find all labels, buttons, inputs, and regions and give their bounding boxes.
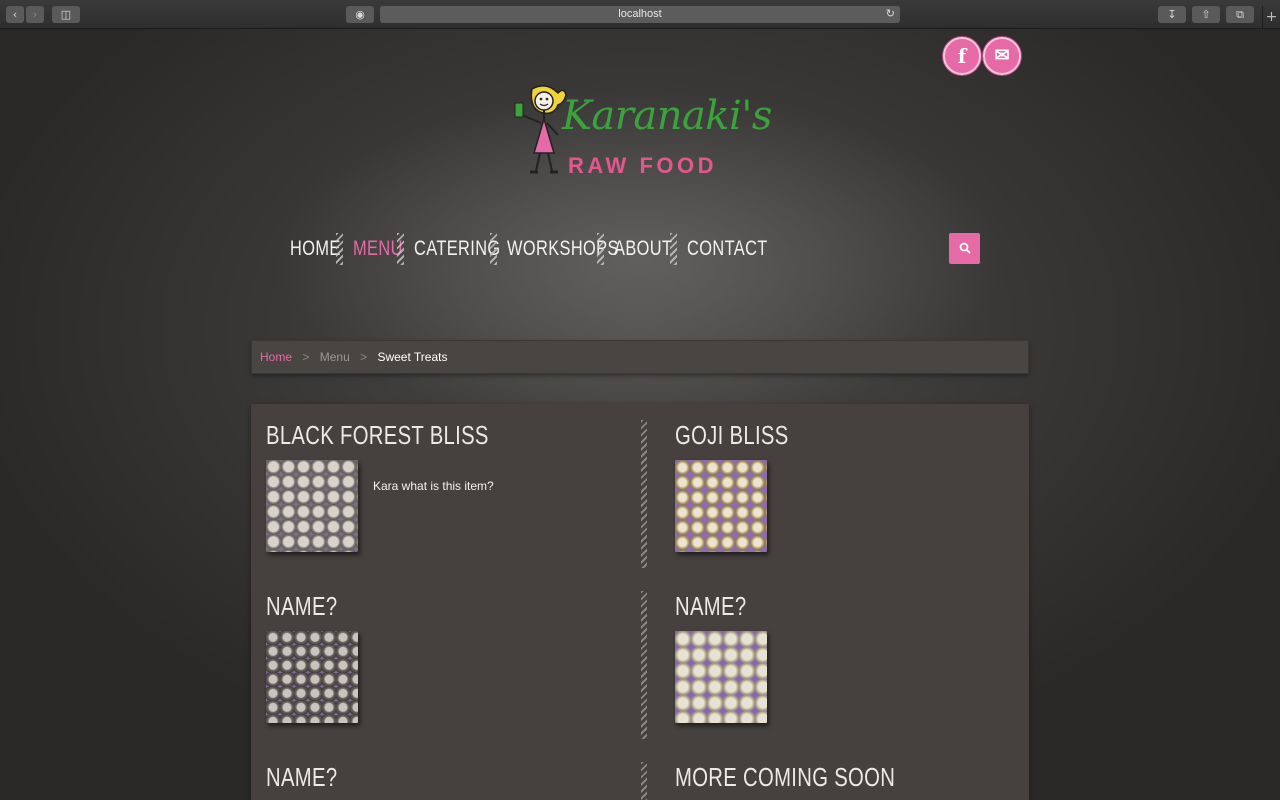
new-tab-button[interactable]: + bbox=[1262, 6, 1280, 28]
menu-item: BLACK FOREST BLISS Kara what is this ite… bbox=[266, 420, 616, 552]
menu-item-photo[interactable] bbox=[266, 460, 358, 552]
nav-item-about[interactable]: ABOUT bbox=[614, 237, 672, 261]
nav-item-catering[interactable]: CATERING bbox=[414, 237, 500, 261]
tabs-button[interactable]: ⧉ bbox=[1226, 6, 1254, 23]
privacy-icon[interactable]: ◉ bbox=[346, 6, 374, 23]
breadcrumb-home-link[interactable]: Home bbox=[260, 350, 292, 364]
facebook-icon[interactable]: f bbox=[943, 37, 981, 75]
browser-toolbar: ‹ › ◫ ◉ localhost ↻ ↧ ⇧ ⧉ + bbox=[0, 0, 1280, 29]
sidebar-toggle-button[interactable]: ◫ bbox=[52, 6, 80, 23]
nav-divider bbox=[397, 233, 404, 265]
menu-item: NAME? bbox=[675, 591, 1025, 723]
column-divider bbox=[641, 420, 647, 568]
nav-item-menu[interactable]: MENU bbox=[353, 237, 402, 261]
logo-wordmark: Karanaki's bbox=[562, 93, 772, 139]
column-divider bbox=[641, 591, 647, 739]
email-icon[interactable]: ✉ bbox=[983, 37, 1021, 75]
column-divider bbox=[641, 762, 647, 800]
logo-tagline: RAW FOOD bbox=[568, 153, 717, 178]
menu-item: NAME? bbox=[266, 762, 616, 796]
main-nav: HOME MENU CATERING WORKSHOPS ABOUT CONTA… bbox=[290, 231, 767, 267]
forward-button[interactable]: › bbox=[26, 6, 44, 23]
nav-item-workshops[interactable]: WORKSHOPS bbox=[507, 237, 618, 261]
search-button[interactable] bbox=[949, 233, 980, 264]
nav-item-home[interactable]: HOME bbox=[290, 237, 340, 261]
menu-item-description: Kara what is this item? bbox=[373, 479, 494, 493]
site-logo[interactable]: Karanaki's RAW FOOD bbox=[510, 81, 780, 186]
page-viewport: f ✉ Karanaki's RAW FOOD HOME MENU CATERI… bbox=[0, 29, 1280, 800]
nav-divider bbox=[336, 233, 343, 265]
nav-divider bbox=[597, 233, 604, 265]
menu-item-title: GOJI BLISS bbox=[675, 420, 789, 450]
menu-item: MORE COMING SOON bbox=[675, 762, 1025, 796]
menu-panel: BLACK FOREST BLISS Kara what is this ite… bbox=[251, 404, 1029, 800]
menu-item-photo[interactable] bbox=[675, 460, 767, 552]
breadcrumb-separator: > bbox=[302, 350, 310, 364]
downloads-button[interactable]: ↧ bbox=[1158, 6, 1186, 23]
search-icon bbox=[959, 242, 971, 254]
url-text: localhost bbox=[618, 8, 662, 20]
menu-item: GOJI BLISS bbox=[675, 420, 1025, 552]
menu-item-title: NAME? bbox=[266, 762, 338, 792]
menu-item-title: BLACK FOREST BLISS bbox=[266, 420, 489, 450]
address-bar[interactable]: localhost ↻ bbox=[380, 6, 900, 23]
nav-divider bbox=[670, 233, 677, 265]
girl-mascot-icon bbox=[514, 85, 567, 174]
breadcrumb: Home > Menu > Sweet Treats bbox=[251, 340, 1029, 374]
menu-item-photo[interactable] bbox=[675, 631, 767, 723]
menu-item-title: NAME? bbox=[266, 591, 338, 621]
menu-item-title: NAME? bbox=[675, 591, 747, 621]
breadcrumb-separator: > bbox=[360, 350, 368, 364]
breadcrumb-current: Sweet Treats bbox=[377, 350, 448, 364]
breadcrumb-menu-link[interactable]: Menu bbox=[320, 350, 350, 364]
back-button[interactable]: ‹ bbox=[6, 6, 24, 23]
nav-divider bbox=[490, 233, 497, 265]
reload-icon[interactable]: ↻ bbox=[886, 6, 895, 23]
nav-item-contact[interactable]: CONTACT bbox=[687, 237, 767, 261]
menu-item: NAME? bbox=[266, 591, 616, 723]
menu-item-photo[interactable] bbox=[266, 631, 358, 723]
menu-item-title: MORE COMING SOON bbox=[675, 762, 896, 792]
share-button[interactable]: ⇧ bbox=[1192, 6, 1220, 23]
